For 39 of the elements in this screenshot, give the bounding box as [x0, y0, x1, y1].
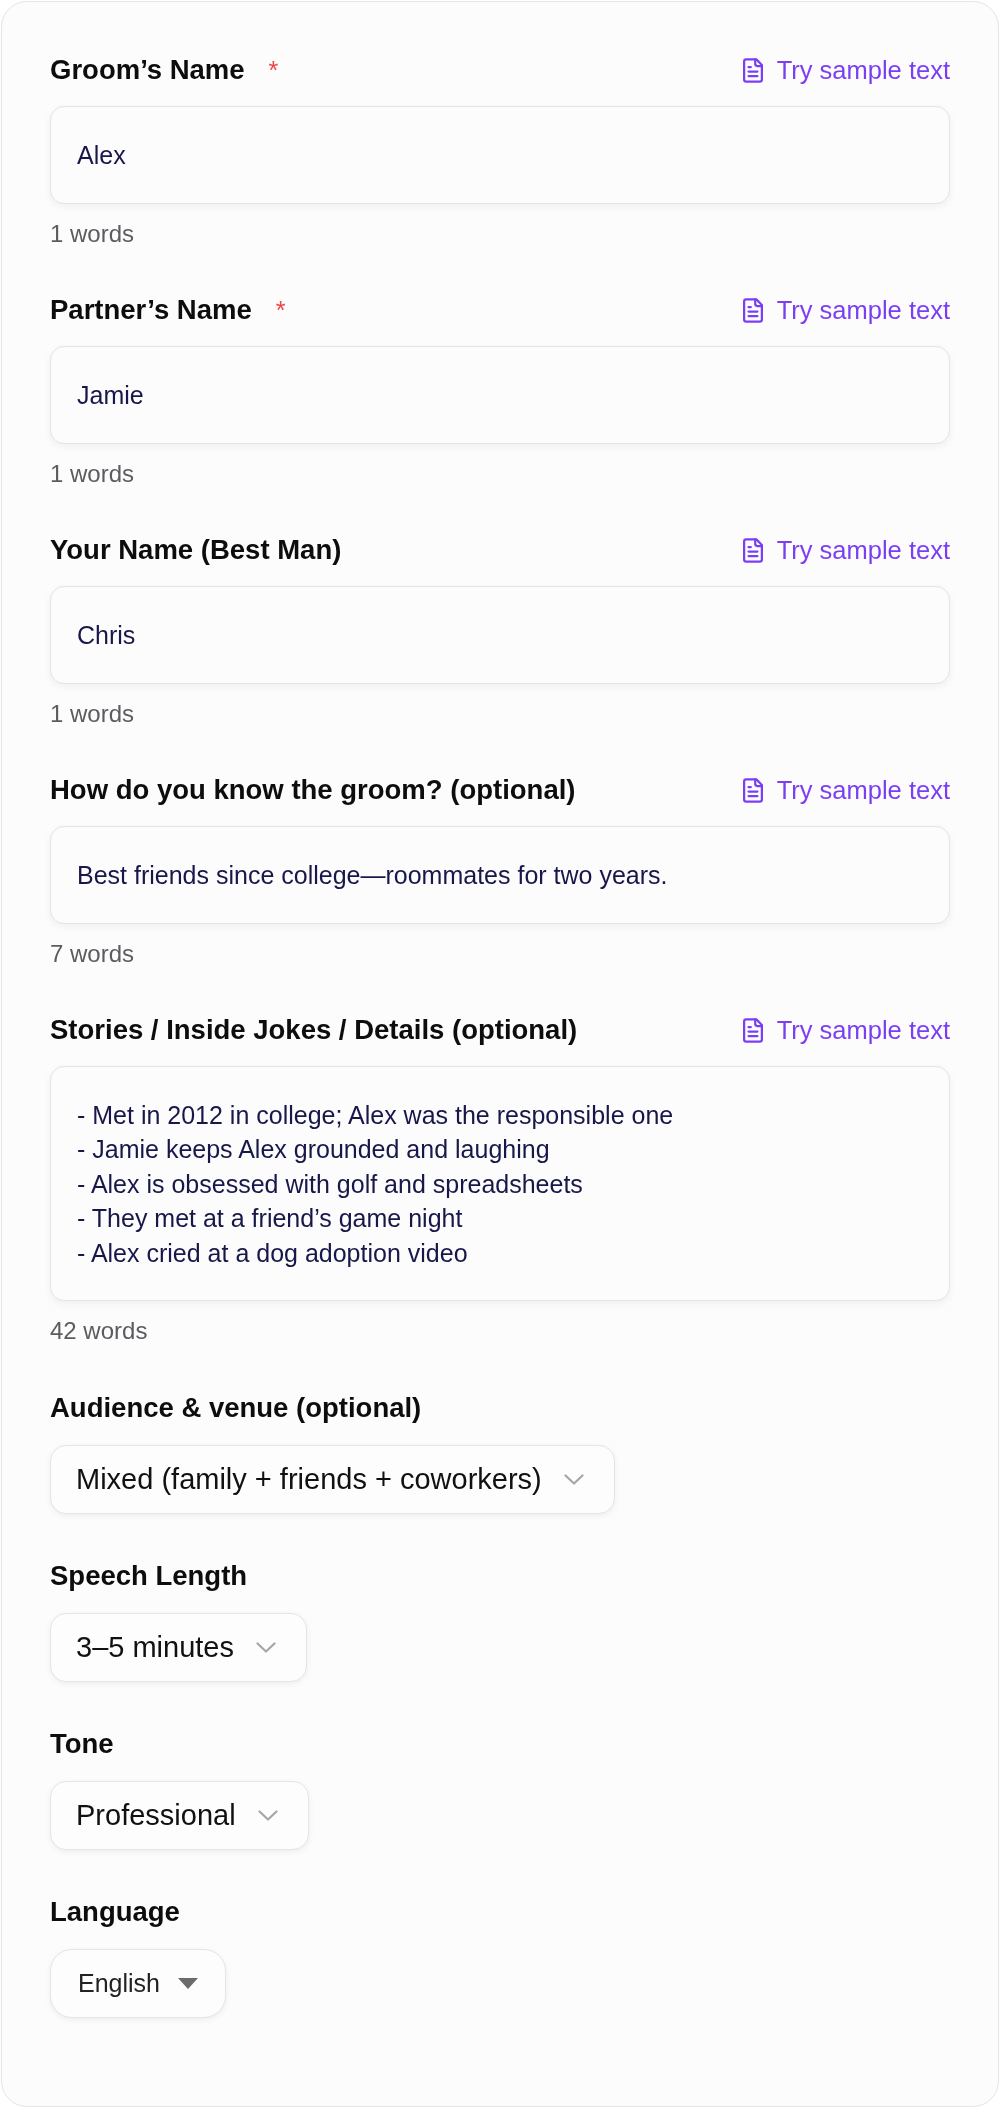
field-label: Groom’s Name — [50, 54, 245, 86]
field-label: Stories / Inside Jokes / Details (optional) — [50, 1014, 578, 1046]
required-marker: * — [268, 57, 279, 83]
text-input[interactable]: Best friends since college—roommates for two years. — [50, 826, 950, 924]
field-label: Partner’s Name — [50, 294, 252, 326]
field-label: Audience & venue (optional) — [50, 1392, 422, 1424]
try-sample-text-button[interactable]: Try sample text — [742, 295, 950, 325]
text-input[interactable]: Jamie — [50, 346, 950, 444]
caret-down-icon — [178, 1978, 198, 1989]
word-count: 1 words — [50, 460, 135, 488]
field-label: Language — [50, 1896, 180, 1928]
document-icon — [742, 537, 763, 563]
try-sample-text-button[interactable]: Try sample text — [742, 1015, 950, 1045]
select-dropdown[interactable]: Mixed (family + friends + coworkers) — [50, 1445, 615, 1514]
field-label: How do you know the groom? (optional) — [50, 774, 576, 806]
word-count: 42 words — [50, 1317, 148, 1345]
field-label: Your Name (Best Man) — [50, 534, 342, 566]
document-icon — [742, 57, 763, 83]
select-dropdown[interactable]: 3–5 minutes — [50, 1613, 307, 1682]
try-sample-text-button[interactable]: Try sample text — [742, 775, 950, 805]
try-sample-text-button[interactable]: Try sample text — [742, 535, 950, 565]
try-sample-text-button[interactable]: Try sample text — [742, 55, 950, 85]
field-label: Tone — [50, 1728, 114, 1760]
text-area[interactable]: - Met in 2012 in college; Alex was the responsible one - Jamie keeps Alex grounded and laughing - Alex is obsessed with golf and spreadsheets - They met at a friend’s game night - Alex cried at a dog adoption video — [50, 1066, 950, 1301]
word-count: 1 words — [50, 700, 135, 728]
word-count: 7 words — [50, 940, 135, 968]
document-icon — [742, 297, 763, 323]
chevron-down-icon — [563, 1474, 584, 1485]
chevron-down-icon — [257, 1810, 278, 1821]
document-icon — [742, 777, 763, 803]
chevron-down-icon — [256, 1642, 276, 1653]
text-input[interactable]: Alex — [50, 106, 950, 204]
word-count: 1 words — [50, 220, 135, 248]
field-label: Speech Length — [50, 1560, 248, 1592]
select-dropdown[interactable]: Professional — [50, 1781, 309, 1850]
text-input[interactable]: Chris — [50, 586, 950, 684]
document-icon — [742, 1017, 763, 1043]
required-marker: * — [275, 297, 286, 323]
select-dropdown[interactable]: English — [50, 1949, 226, 2018]
